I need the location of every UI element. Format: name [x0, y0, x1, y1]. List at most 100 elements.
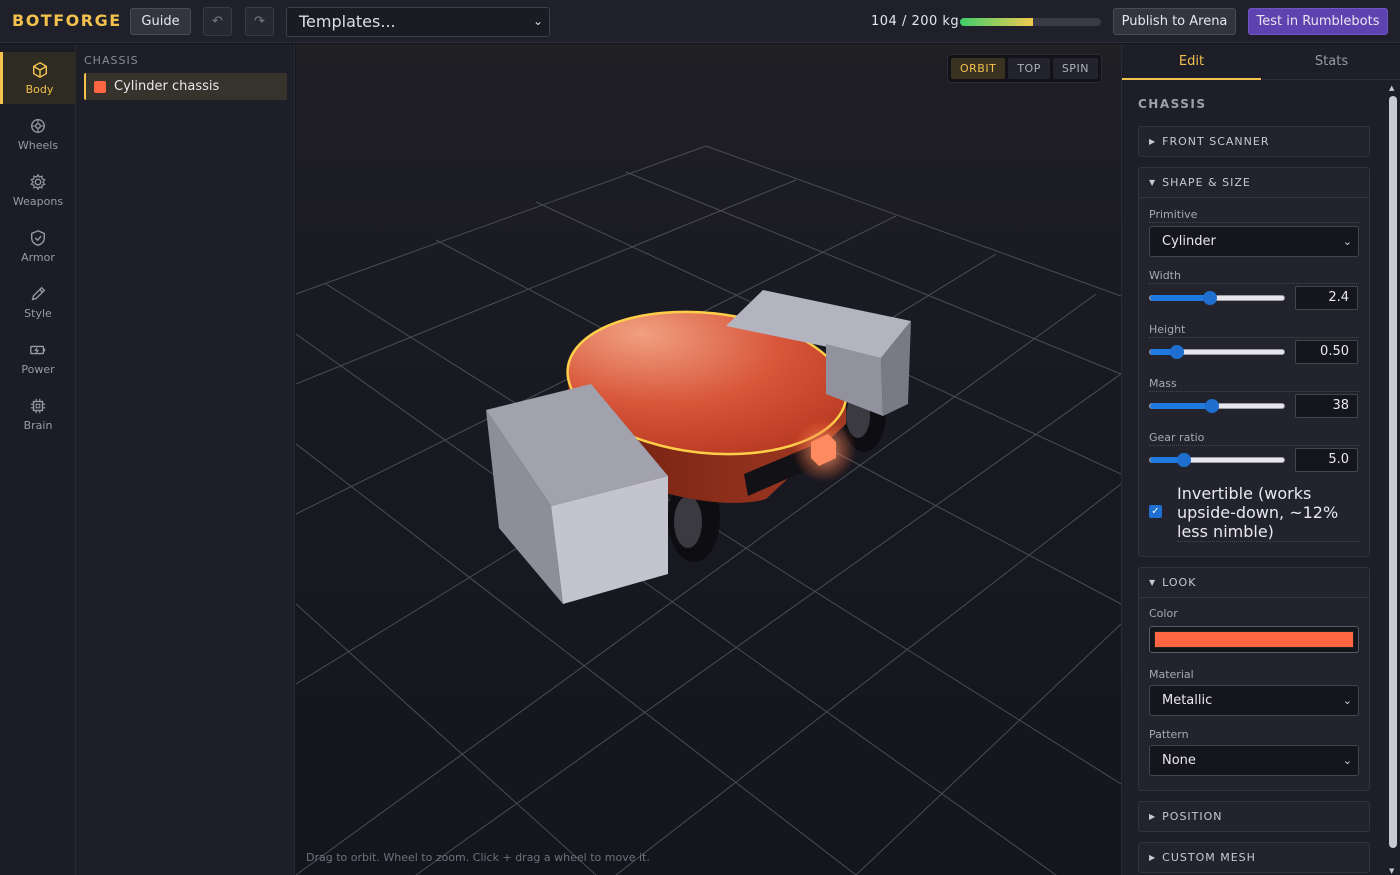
rail-item-label: Wheels [17, 138, 59, 152]
section-title: CHASSIS [1138, 97, 1207, 111]
material-select[interactable]: Metallic ⌄ [1149, 685, 1359, 716]
width-slider[interactable] [1149, 291, 1285, 305]
mass-label: Mass [1149, 377, 1359, 392]
view-mode-top[interactable]: TOP [1008, 58, 1050, 79]
accordion-front-scanner[interactable]: ▶ FRONT SCANNER [1138, 126, 1370, 157]
inspector-panel: Edit Stats CHASSIS ▶ FRONT SCANNER ▼ SHA… [1121, 44, 1400, 875]
color-swatch [1154, 631, 1354, 648]
top-bar: BOTFORGE Guide ↶ ↷ Templates... ⌄ 104 / … [0, 0, 1400, 43]
accordion-position[interactable]: ▶ POSITION [1138, 801, 1370, 832]
pattern-select[interactable]: None ⌄ [1149, 745, 1359, 776]
caret-right-icon: ▶ [1149, 137, 1157, 146]
gear-ratio-slider[interactable] [1149, 453, 1285, 467]
templates-select-value: Templates... [299, 12, 396, 31]
primitive-select-value: Cylinder [1162, 234, 1216, 249]
view-mode-spin[interactable]: SPIN [1052, 58, 1098, 79]
templates-select[interactable]: Templates... ⌄ [286, 7, 550, 37]
slider-thumb[interactable] [1176, 453, 1191, 467]
height-input[interactable]: 0.50 [1295, 340, 1358, 364]
shield-icon [31, 229, 45, 246]
tab-stats[interactable]: Stats [1262, 44, 1400, 80]
rail-item-body[interactable]: Body [0, 52, 76, 104]
tree-item-label: Cylinder chassis [114, 79, 220, 94]
publish-button[interactable]: Publish to Arena [1113, 8, 1236, 35]
rail-item-wheels[interactable]: Wheels [0, 108, 76, 160]
material-label: Material [1149, 668, 1194, 681]
accordion-header[interactable]: ▼ LOOK [1139, 568, 1369, 597]
caret-right-icon: ▶ [1149, 853, 1157, 862]
view-mode-toggle: ORBIT TOP SPIN [947, 54, 1102, 83]
gear-ratio-label: Gear ratio [1149, 431, 1359, 446]
rail-item-label: Body [25, 82, 54, 96]
guide-button[interactable]: Guide [130, 8, 191, 35]
undo-button[interactable]: ↶ [203, 7, 232, 36]
robot-scene[interactable] [296, 44, 1121, 875]
accordion-title: FRONT SCANNER [1162, 135, 1270, 148]
rail-item-armor[interactable]: Armor [0, 220, 76, 272]
chevron-down-icon: ⌄ [1342, 694, 1352, 707]
part-tree: CHASSIS Cylinder chassis [76, 44, 295, 875]
rail-item-label: Brain [23, 418, 53, 432]
accordion-title: SHAPE & SIZE [1162, 176, 1251, 189]
caret-down-icon: ▼ [1149, 178, 1157, 187]
rail-item-label: Weapons [12, 194, 64, 208]
rail-item-label: Style [24, 306, 52, 320]
mass-readout: 104 / 200 kg [871, 14, 960, 29]
viewport-hint: Drag to orbit. Wheel to zoom. Click + dr… [306, 851, 650, 864]
category-rail: Body Wheels Weapons Armor Style Power Br… [0, 44, 76, 875]
accordion-shape-size: ▼ SHAPE & SIZE Primitive Cylinder ⌄ Widt… [1138, 167, 1370, 557]
pattern-select-value: None [1162, 753, 1196, 768]
chip-icon [30, 398, 46, 413]
color-swatch [94, 80, 106, 93]
accordion-look: ▼ LOOK Color Material Metallic ⌄ Pattern… [1138, 567, 1370, 791]
accordion-header[interactable]: ▶ CUSTOM MESH [1139, 843, 1369, 872]
scrollbar-thumb[interactable] [1389, 96, 1397, 848]
pattern-label: Pattern [1149, 728, 1189, 741]
caret-down-icon: ▼ [1149, 578, 1157, 587]
width-input[interactable]: 2.4 [1295, 286, 1358, 310]
redo-button[interactable]: ↷ [245, 7, 274, 36]
width-control: 2.4 [1149, 286, 1358, 310]
app-logo: BOTFORGE [12, 11, 122, 30]
accordion-header[interactable]: ▼ SHAPE & SIZE [1139, 168, 1369, 197]
mass-progress-bar [960, 18, 1101, 26]
color-picker[interactable] [1149, 626, 1359, 653]
chevron-down-icon: ⌄ [1342, 754, 1352, 767]
chevron-down-icon: ⌄ [532, 14, 543, 28]
gear-ratio-input[interactable]: 5.0 [1295, 448, 1358, 472]
rail-item-weapons[interactable]: Weapons [0, 164, 76, 216]
invertible-row: ✓ Invertible (works upside-down, ~12% le… [1143, 484, 1359, 542]
primitive-select[interactable]: Cylinder ⌄ [1149, 226, 1359, 257]
tree-heading: CHASSIS [84, 54, 139, 67]
mass-slider[interactable] [1149, 399, 1285, 413]
height-slider[interactable] [1149, 345, 1285, 359]
tree-item-cylinder-chassis[interactable]: Cylinder chassis [84, 73, 287, 100]
mass-input[interactable]: 38 [1295, 394, 1358, 418]
slider-thumb[interactable] [1203, 291, 1218, 305]
height-label: Height [1149, 323, 1359, 338]
rail-item-label: Power [21, 362, 55, 376]
battery-icon [30, 345, 46, 354]
invertible-label[interactable]: Invertible (works upside-down, ~12% less… [1177, 484, 1359, 542]
rail-item-label: Armor [21, 250, 55, 264]
accordion-custom-mesh[interactable]: ▶ CUSTOM MESH [1138, 842, 1370, 873]
view-mode-orbit[interactable]: ORBIT [951, 58, 1006, 79]
test-button[interactable]: Test in Rumblebots [1248, 8, 1388, 35]
material-select-value: Metallic [1162, 693, 1213, 708]
invertible-checkbox[interactable]: ✓ [1149, 505, 1162, 518]
accordion-header[interactable]: ▶ FRONT SCANNER [1139, 127, 1369, 156]
rail-item-style[interactable]: Style [0, 276, 76, 328]
caret-right-icon: ▶ [1149, 812, 1157, 821]
rail-item-brain[interactable]: Brain [0, 388, 76, 440]
slider-thumb[interactable] [1169, 345, 1184, 359]
brush-icon [31, 286, 46, 300]
accordion-title: CUSTOM MESH [1162, 851, 1256, 864]
3d-viewport[interactable]: ORBIT TOP SPIN Drag to orbit. Wheel to z… [296, 44, 1121, 875]
rail-item-power[interactable]: Power [0, 332, 76, 384]
tab-edit[interactable]: Edit [1122, 44, 1261, 80]
accordion-header[interactable]: ▶ POSITION [1139, 802, 1369, 831]
scroll-up-icon[interactable]: ▲ [1389, 84, 1394, 92]
scroll-down-icon[interactable]: ▼ [1389, 867, 1394, 875]
panel-scrollbar[interactable]: ▲ ▼ [1388, 84, 1398, 875]
slider-thumb[interactable] [1204, 399, 1219, 413]
